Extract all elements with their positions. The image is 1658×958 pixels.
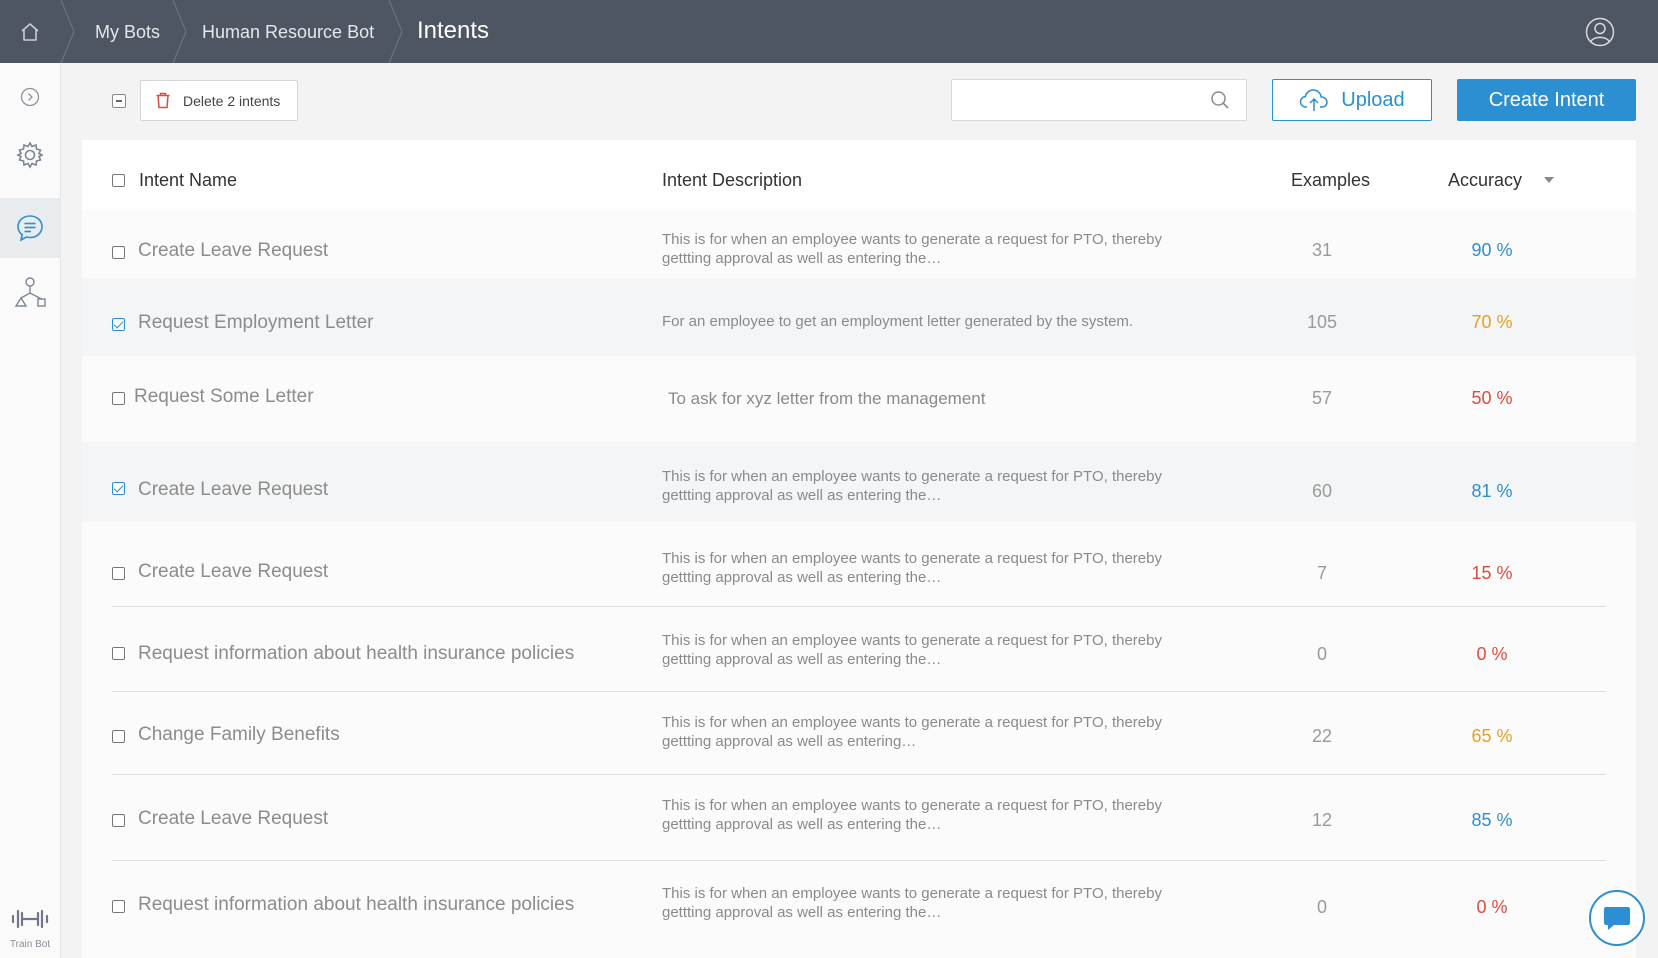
table-row[interactable]: Request Some Letter To ask for xyz letter… bbox=[82, 356, 1636, 442]
row-checkbox[interactable] bbox=[112, 392, 125, 405]
chat-icon bbox=[1604, 907, 1630, 930]
examples-count: 0 bbox=[1316, 644, 1327, 664]
accuracy-value: 65 % bbox=[1471, 726, 1513, 746]
table-row[interactable]: Change Family Benefits This is for when a… bbox=[82, 692, 1636, 775]
examples-count: 31 bbox=[1311, 240, 1333, 260]
examples-count: 12 bbox=[1311, 810, 1333, 830]
examples-count: 60 bbox=[1311, 481, 1333, 501]
left-rail: Train Bot bbox=[0, 63, 61, 958]
create-intent-button[interactable]: Create Intent bbox=[1457, 79, 1636, 121]
intents-table: Intent Name Intent Description Examples … bbox=[82, 140, 1636, 958]
accuracy-value: 81 % bbox=[1471, 481, 1513, 501]
row-checkbox[interactable] bbox=[112, 900, 125, 913]
rail-flow-button[interactable] bbox=[0, 265, 60, 321]
row-checkbox[interactable] bbox=[112, 246, 125, 259]
intent-name[interactable]: Change Family Benefits bbox=[138, 724, 340, 746]
intent-description: This is for when an employee wants to ge… bbox=[662, 632, 1162, 668]
table-row[interactable]: Request information about health insuran… bbox=[82, 861, 1636, 958]
intent-description: For an employee to get an employment let… bbox=[662, 313, 1134, 330]
table-row[interactable]: Create Leave Request This is for when an … bbox=[82, 522, 1636, 607]
accuracy-value: 85 % bbox=[1471, 810, 1513, 830]
upload-button[interactable]: Upload bbox=[1272, 79, 1432, 121]
intent-description: This is for when an employee wants to ge… bbox=[662, 231, 1162, 267]
chat-bubble-icon bbox=[17, 215, 43, 242]
dumbbell-icon bbox=[11, 909, 49, 929]
expand-rail-button[interactable] bbox=[0, 69, 60, 125]
home-icon bbox=[21, 22, 39, 41]
intent-name[interactable]: Create Leave Request bbox=[138, 808, 328, 830]
row-checkbox[interactable] bbox=[112, 318, 125, 331]
row-checkbox[interactable] bbox=[112, 647, 125, 660]
cloud-upload-icon bbox=[1300, 89, 1329, 111]
shapes-icon bbox=[14, 277, 46, 307]
intent-name[interactable]: Create Leave Request bbox=[138, 561, 328, 583]
examples-count: 0 bbox=[1316, 897, 1327, 917]
gear-icon bbox=[16, 141, 44, 169]
search-icon[interactable] bbox=[1210, 90, 1230, 110]
intent-name[interactable]: Request Employment Letter bbox=[138, 312, 374, 334]
accuracy-value: 70 % bbox=[1471, 312, 1513, 332]
search-box[interactable] bbox=[951, 79, 1247, 121]
examples-count: 105 bbox=[1306, 312, 1338, 332]
intent-description: To ask for xyz letter from the managemen… bbox=[668, 389, 986, 408]
upload-label: Upload bbox=[1341, 88, 1405, 111]
accuracy-value: 0 % bbox=[1476, 644, 1508, 664]
examples-count: 7 bbox=[1316, 563, 1327, 583]
rail-intents-button[interactable] bbox=[0, 198, 60, 258]
intent-name[interactable]: Create Leave Request bbox=[138, 479, 328, 501]
intent-name[interactable]: Request Some Letter bbox=[134, 386, 314, 408]
delete-intents-label: Delete 2 intents bbox=[183, 92, 281, 109]
table-row[interactable]: Request Employment Letter For an employee… bbox=[82, 278, 1636, 356]
row-checkbox[interactable] bbox=[112, 730, 125, 743]
select-all-checkbox-partial[interactable] bbox=[112, 94, 126, 108]
user-icon[interactable] bbox=[1585, 17, 1615, 47]
table-row[interactable]: Create Leave Request This is for when an … bbox=[82, 442, 1636, 522]
sort-caret-down-icon[interactable] bbox=[1544, 177, 1554, 183]
rail-settings-button[interactable] bbox=[0, 127, 60, 183]
intent-description: This is for when an employee wants to ge… bbox=[662, 550, 1162, 586]
row-checkbox[interactable] bbox=[112, 814, 125, 827]
intent-name[interactable]: Request information about health insuran… bbox=[138, 894, 574, 916]
intent-name[interactable]: Create Leave Request bbox=[138, 240, 328, 262]
intent-description: This is for when an employee wants to ge… bbox=[662, 885, 1162, 921]
row-checkbox[interactable] bbox=[112, 567, 125, 580]
table-row[interactable]: Create Leave Request This is for when an … bbox=[82, 775, 1636, 861]
row-checkbox[interactable] bbox=[112, 482, 125, 495]
table-row[interactable]: Request information about health insuran… bbox=[82, 607, 1636, 692]
breadcrumb-separator bbox=[60, 0, 75, 63]
accuracy-value: 90 % bbox=[1471, 240, 1513, 260]
intent-description: This is for when an employee wants to ge… bbox=[662, 797, 1162, 833]
examples-count: 57 bbox=[1311, 388, 1333, 408]
table-row[interactable]: Create Leave Request This is for when an … bbox=[82, 210, 1636, 278]
accuracy-value: 0 % bbox=[1476, 897, 1508, 917]
accuracy-value: 15 % bbox=[1471, 563, 1513, 583]
intent-description: This is for when an employee wants to ge… bbox=[662, 468, 1162, 504]
page-title: Intents bbox=[417, 17, 490, 44]
breadcrumb-human-resource-bot[interactable]: Human Resource Bot bbox=[202, 0, 374, 63]
search-input[interactable] bbox=[952, 80, 1192, 120]
examples-count: 22 bbox=[1311, 726, 1333, 746]
accuracy-value: 50 % bbox=[1471, 388, 1513, 408]
breadcrumb-separator bbox=[172, 0, 187, 63]
train-bot-button[interactable]: Train Bot bbox=[0, 908, 60, 950]
select-all-checkbox[interactable] bbox=[112, 174, 125, 187]
chevron-right-circle-icon bbox=[20, 87, 40, 107]
breadcrumb-separator bbox=[388, 0, 403, 63]
delete-intents-button[interactable]: Delete 2 intents bbox=[140, 80, 298, 121]
home-button[interactable] bbox=[0, 0, 60, 63]
intent-description: This is for when an employee wants to ge… bbox=[662, 714, 1162, 750]
trash-icon bbox=[156, 92, 170, 109]
train-bot-label: Train Bot bbox=[9, 939, 51, 950]
top-bar: My Bots Human Resource Bot Intents bbox=[0, 0, 1658, 63]
breadcrumb-my-bots[interactable]: My Bots bbox=[95, 0, 160, 63]
intent-name[interactable]: Request information about health insuran… bbox=[138, 643, 574, 665]
chat-support-button[interactable] bbox=[1589, 890, 1645, 946]
